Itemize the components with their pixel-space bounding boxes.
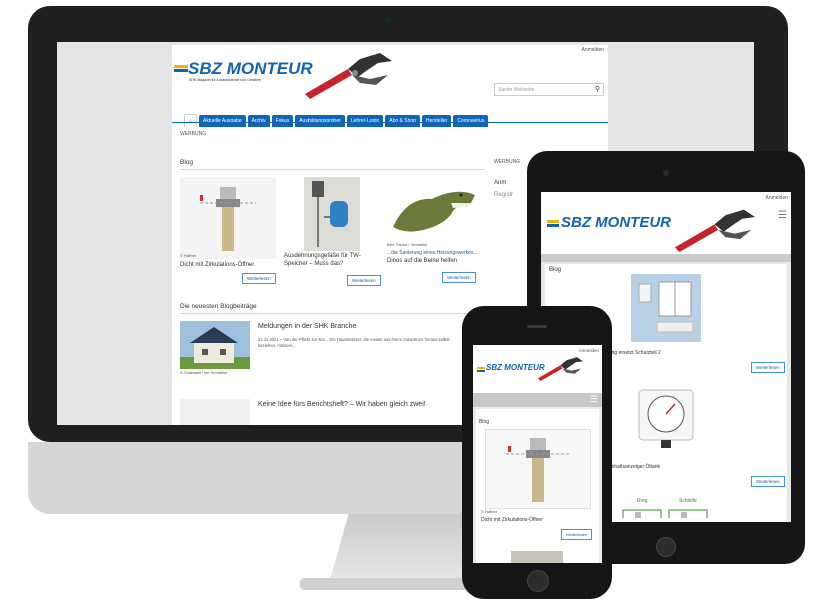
phone-screen: Anmelden SBZ MONTEUR ☰ Blog © Hafner Dic…	[473, 345, 602, 563]
phone-valve-diagram-icon	[506, 438, 570, 502]
phone-read-more-button[interactable]: Weiterlesen	[561, 529, 593, 540]
post-image-house[interactable]	[180, 321, 250, 369]
phone-nav-bar	[473, 393, 602, 407]
tablet-read-more-button[interactable]: Weiterlesen	[751, 362, 785, 373]
nav-tab-hersteller[interactable]: Hersteller	[421, 115, 452, 127]
tablet-menu-icon[interactable]: ☰	[778, 210, 787, 221]
nav-tab-coronavirus[interactable]: Coronavirus	[453, 115, 489, 127]
phone-card-image[interactable]	[485, 429, 591, 509]
site-tagline: SHK-Magazin für Auszubildende und Gesell…	[189, 78, 261, 82]
phone-logo-stripes	[477, 367, 485, 372]
phone-speaker	[527, 325, 547, 328]
tablet-login-link[interactable]: Anmelden	[765, 195, 788, 201]
nav-tab-lehrer-login[interactable]: Lehrer-Login	[346, 115, 384, 127]
valve-diagram-icon	[200, 187, 256, 251]
card-title[interactable]: Dinos auf die Beine helfen	[387, 258, 477, 266]
diagram-label-ring: Ring	[637, 498, 648, 504]
phone-blog-heading: Blog	[479, 419, 490, 425]
sidebar-register[interactable]: Registr	[494, 192, 513, 200]
tablet-wrench-logo-icon	[674, 209, 755, 252]
pipe-diagram-icon	[622, 509, 708, 518]
nav-tab-abo-shop[interactable]: Abo & Shop	[385, 115, 420, 127]
post-title[interactable]: Keine Idee fürs Berichtsheft? – Wir habe…	[258, 401, 426, 410]
card-title[interactable]: Dicht mit Zirkulations-Öffner	[180, 262, 280, 270]
card-image-zirkulation[interactable]	[180, 177, 276, 259]
search-icon[interactable]: ⚲	[595, 85, 600, 93]
recent-divider	[180, 313, 485, 314]
card-image-ausdehnungsgefaess[interactable]	[304, 177, 360, 251]
card-title[interactable]: Ausdehnungsgefäße für TW-Speicher – Muss…	[284, 253, 380, 268]
phone-card-title[interactable]: Dicht mit Zirkulations-Öffner	[481, 517, 543, 523]
read-more-button[interactable]: Weiterlesen	[347, 275, 381, 286]
nav-tab-fokus[interactable]: Fokus	[271, 115, 294, 127]
diagram-label-schleife: Schleife	[679, 498, 697, 504]
card-caption: Bild: Fauna / Hersteller	[387, 242, 428, 247]
ad-label: WERBUNG	[180, 131, 207, 137]
nav-tab-aktuelle-ausgabe[interactable]: Aktuelle Ausgabe	[199, 115, 246, 127]
tablet-site-logo[interactable]: SBZ MONTEUR	[561, 214, 671, 231]
tablet-read-more-button[interactable]: Weiterlesen	[751, 476, 785, 487]
phone-wrench-logo-icon	[537, 357, 584, 381]
tablet-home-button[interactable]	[656, 537, 676, 557]
sidebar-login[interactable]: Anm	[494, 180, 506, 188]
blog-divider	[180, 169, 485, 170]
nav-tab-ausbildungsordner[interactable]: Ausbildungsordner	[295, 115, 345, 127]
post-title[interactable]: Meldungen in der SHK Branche	[258, 323, 356, 332]
tablet-card-image-gauge[interactable]	[633, 386, 699, 452]
tablet-camera-icon	[663, 170, 669, 176]
nav-tab-archiv[interactable]: Archiv	[247, 115, 270, 127]
blog-heading: Blog	[180, 159, 194, 166]
expansion-tank-icon	[312, 181, 348, 247]
recent-posts-heading: Die neuesten Blogbeiträge	[180, 303, 257, 310]
login-link[interactable]: Anmelden	[581, 47, 604, 53]
site-logo[interactable]: SBZ MONTEUR	[188, 59, 313, 79]
logo-stripes	[174, 65, 188, 72]
phone-menu-icon[interactable]: ☰	[590, 394, 598, 405]
search-placeholder: Suche Webseite	[498, 87, 535, 93]
main-nav: ⌂ Aktuelle Ausgabe Archiv Fokus Ausbildungso…	[184, 109, 608, 127]
search-box[interactable]: Suche Webseite ⚲	[494, 83, 604, 96]
read-more-button[interactable]: Weiterlesen	[242, 273, 276, 284]
post-caption: © Solarwatt / ein Hersteller	[180, 370, 228, 375]
tablet-logo-stripes	[547, 220, 559, 227]
phone-login-link[interactable]: Anmelden	[579, 348, 599, 353]
tablet-nav-bar	[541, 254, 791, 262]
tablet-blog-heading: Blog	[549, 267, 562, 273]
phone-card-caption: © Hafner	[481, 509, 498, 514]
sidebar-ad-label: WERBUNG	[494, 159, 521, 165]
window-boiler-icon	[638, 281, 694, 333]
home-icon: ⌂	[189, 118, 193, 124]
home-tab[interactable]: ⌂	[184, 114, 198, 127]
phone-next-card-image[interactable]	[511, 551, 563, 563]
card-caption: © Hafner	[180, 253, 197, 258]
dinosaur-icon	[393, 191, 475, 232]
nav-underline	[172, 122, 608, 123]
phone-home-button[interactable]	[527, 570, 549, 592]
wrench-logo-icon	[305, 53, 392, 99]
imac-camera-icon	[385, 17, 391, 23]
gauge-icon	[638, 389, 694, 448]
read-more-button[interactable]: Weiterlesen	[442, 272, 476, 283]
post-snippet: 22.11.2021 – Von der Pflicht zur Kür... …	[258, 337, 450, 349]
card-image-dino[interactable]	[387, 177, 479, 241]
card-link[interactable]: ...die Sanierung eines Heizungswerkes...	[387, 250, 478, 256]
tablet-card-image-window[interactable]	[631, 274, 701, 342]
house-solar-icon	[180, 321, 250, 369]
post-image-report[interactable]	[180, 399, 250, 425]
